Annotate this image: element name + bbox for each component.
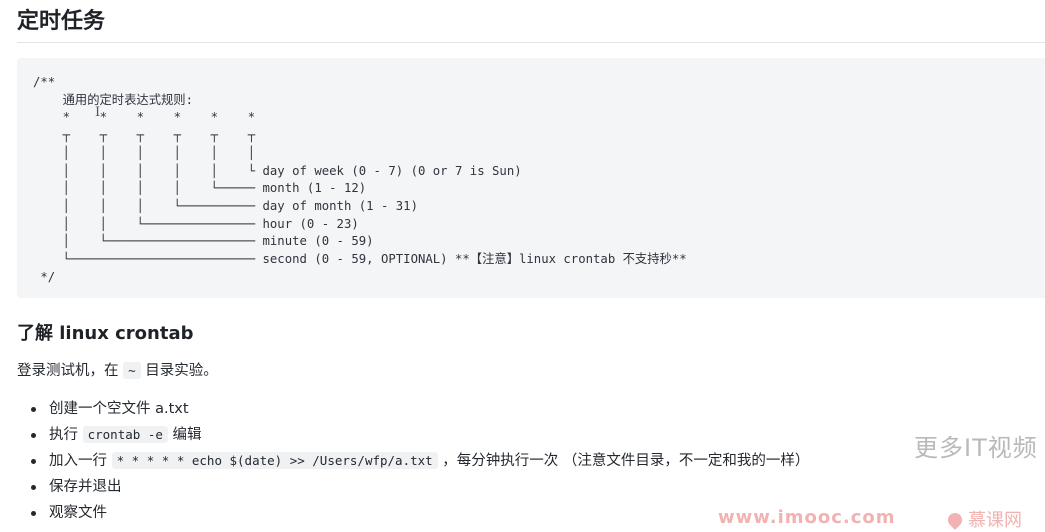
inline-code: crontab -e [82, 426, 168, 443]
watermark-logo: 慕课网 [945, 506, 1022, 532]
watermark-logo-text: 慕课网 [968, 510, 1022, 531]
list-item: 创建一个空文件 a.txt [31, 398, 809, 424]
watermark-text: 更多IT视频 [914, 434, 1038, 462]
list-item-text: 加入一行 [49, 453, 107, 469]
code-line: ┬ ┬ ┬ ┬ ┬ ┬ [33, 128, 256, 143]
list-item-text: ，每分钟执行一次 （注意文件目录，不一定和我的一样） [442, 453, 810, 469]
list-item-text: 观察文件 [49, 505, 107, 521]
list-item-text: 保存并退出 [49, 479, 122, 495]
code-line: │ │ │ │ │ │ [33, 145, 256, 160]
page-title: 定时任务 [17, 9, 106, 34]
code-line: * * * * * * [33, 110, 256, 125]
code-line: │ │ │ │ └───── month (1 - 12) [33, 181, 367, 196]
code-line: /** [33, 75, 56, 89]
list-item-text: 创建一个空文件 a.txt [49, 401, 189, 417]
list-item: 保存并退出 [31, 476, 809, 502]
watermark-url: www.imooc.com [718, 507, 896, 528]
code-line: │ └──────────────────── minute (0 - 59) [33, 234, 374, 249]
list-item-text: 执行 [49, 427, 78, 443]
code-block: /** 通用的定时表达式规则: * * * * * * ┬ ┬ ┬ ┬ ┬ ┬ … [17, 58, 1045, 298]
section-title: 了解 linux crontab [17, 323, 194, 344]
intro-inline-code: ~ [123, 362, 141, 379]
intro-paragraph: 登录测试机，在 ~ 目录实验。 [17, 360, 218, 382]
heading-divider [17, 42, 1045, 43]
intro-text-before: 登录测试机，在 [17, 363, 119, 379]
code-line: │ │ │ └────────── day of month (1 - 31) [33, 198, 418, 213]
list-item: 加入一行 * * * * * echo $(date) >> /Users/wf… [31, 450, 809, 476]
code-line: */ [33, 269, 56, 284]
flame-icon [945, 510, 965, 530]
intro-text-after: 目录实验。 [145, 363, 218, 379]
list-item-text: 编辑 [172, 427, 202, 443]
code-line: └───────────────────────── second (0 - 5… [33, 252, 687, 267]
code-content: /** 通用的定时表达式规则: * * * * * * ┬ ┬ ┬ ┬ ┬ ┬ … [33, 74, 687, 286]
code-line: │ │ └─────────────── hour (0 - 23) [33, 216, 359, 231]
list-item: 执行 crontab -e 编辑 [31, 424, 809, 450]
code-line: │ │ │ │ │ └ day of week (0 - 7) (0 or 7 … [33, 163, 522, 178]
list-item: 观察文件 [31, 502, 809, 528]
inline-code: * * * * * echo $(date) >> /Users/wfp/a.t… [111, 452, 438, 469]
text-cursor-icon: I [95, 105, 101, 120]
steps-list: 创建一个空文件 a.txt 执行 crontab -e 编辑 加入一行 * * … [31, 398, 809, 528]
code-line: 通用的定时表达式规则: [33, 92, 193, 107]
